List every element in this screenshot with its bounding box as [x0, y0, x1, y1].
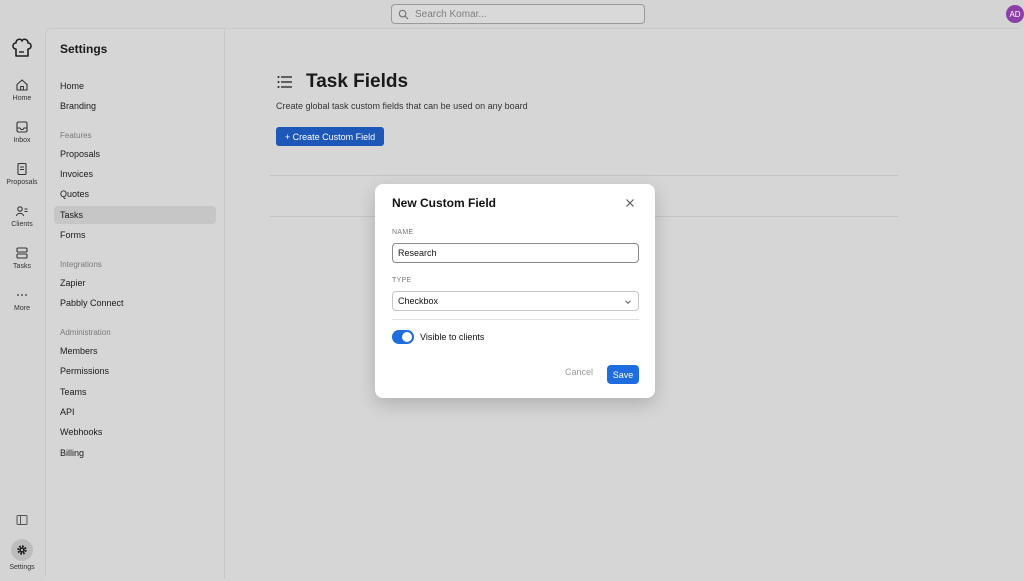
create-custom-field-button[interactable]: + Create Custom Field: [276, 127, 384, 146]
settings-sidebar: Settings Home Branding Features Proposal…: [46, 29, 225, 578]
settings-item-home[interactable]: Home: [54, 77, 216, 95]
settings-item-quotes[interactable]: Quotes: [54, 185, 216, 203]
settings-item-branding[interactable]: Branding: [54, 97, 216, 115]
search-placeholder: Search Komar...: [415, 8, 487, 20]
settings-item-billing[interactable]: Billing: [54, 444, 216, 462]
name-label: NAME: [392, 229, 414, 236]
page-title: Task Fields: [306, 71, 409, 92]
type-select[interactable]: Checkbox: [392, 291, 639, 311]
rail-item-clients[interactable]: Clients: [0, 204, 44, 228]
settings-item-api[interactable]: API: [54, 403, 216, 421]
close-icon[interactable]: [625, 198, 635, 208]
visible-to-clients-toggle[interactable]: [392, 330, 414, 344]
group-label-features: Features: [60, 131, 92, 140]
tasks-icon: [16, 247, 28, 259]
inbox-icon: [16, 121, 28, 133]
settings-item-members[interactable]: Members: [54, 342, 216, 360]
proposals-icon: [17, 162, 27, 176]
rail-label-clients: Clients: [11, 221, 33, 228]
search-box[interactable]: Search Komar...: [391, 4, 645, 24]
rail-item-home[interactable]: Home: [0, 78, 44, 102]
toggle-knob: [402, 332, 412, 342]
rail-item-proposals[interactable]: Proposals: [0, 162, 44, 186]
settings-item-permissions[interactable]: Permissions: [54, 362, 216, 380]
rail-label-home: Home: [12, 95, 32, 102]
settings-title: Settings: [60, 42, 108, 56]
visible-to-clients-label: Visible to clients: [420, 332, 485, 342]
settings-item-proposals[interactable]: Proposals: [54, 145, 216, 163]
dialog-divider: [392, 319, 639, 320]
rail-item-settings[interactable]: Settings: [0, 539, 44, 571]
settings-button[interactable]: [11, 539, 33, 561]
clients-icon: [15, 206, 28, 217]
rail-label-more: More: [14, 305, 30, 312]
divider: [270, 175, 898, 176]
top-bar: Search Komar... AD: [0, 0, 1024, 28]
chevron-down-icon: [625, 300, 631, 305]
new-custom-field-dialog: New Custom Field NAME TYPE Checkbox Visi…: [375, 184, 655, 398]
home-icon: [16, 79, 28, 91]
rail-item-tasks[interactable]: Tasks: [0, 246, 44, 270]
avatar[interactable]: AD: [1006, 5, 1024, 23]
settings-item-teams[interactable]: Teams: [54, 383, 216, 401]
gear-icon: [17, 545, 27, 555]
settings-item-forms[interactable]: Forms: [54, 226, 216, 244]
type-select-value: Checkbox: [398, 296, 439, 306]
more-icon: [17, 294, 27, 296]
settings-item-zapier[interactable]: Zapier: [54, 274, 216, 292]
rail-item-inbox[interactable]: Inbox: [0, 120, 44, 144]
left-rail: Home Inbox Proposals Clients Tasks More …: [0, 28, 44, 581]
rail-label-inbox: Inbox: [13, 137, 31, 144]
name-input[interactable]: [392, 243, 639, 263]
rail-label-settings: Settings: [9, 564, 35, 571]
rail-item-more[interactable]: More: [0, 288, 44, 312]
group-label-integrations: Integrations: [60, 260, 102, 269]
settings-item-pabbly-connect[interactable]: Pabbly Connect: [54, 294, 216, 312]
sidebar-toggle-icon[interactable]: [16, 514, 28, 526]
rail-label-tasks: Tasks: [13, 263, 31, 270]
dialog-title: New Custom Field: [392, 196, 497, 210]
cancel-button[interactable]: Cancel: [565, 367, 593, 377]
settings-item-webhooks[interactable]: Webhooks: [54, 423, 216, 441]
type-label: TYPE: [392, 277, 412, 284]
rail-label-proposals: Proposals: [6, 179, 38, 186]
settings-item-tasks[interactable]: Tasks: [54, 206, 216, 224]
save-button[interactable]: Save: [607, 365, 639, 384]
page-subtitle: Create global task custom fields that ca…: [276, 101, 528, 111]
search-icon: [398, 9, 409, 20]
group-label-administration: Administration: [60, 328, 111, 337]
chef-hat-logo-icon[interactable]: [10, 36, 34, 60]
list-icon: [277, 76, 292, 88]
settings-item-invoices[interactable]: Invoices: [54, 165, 216, 183]
